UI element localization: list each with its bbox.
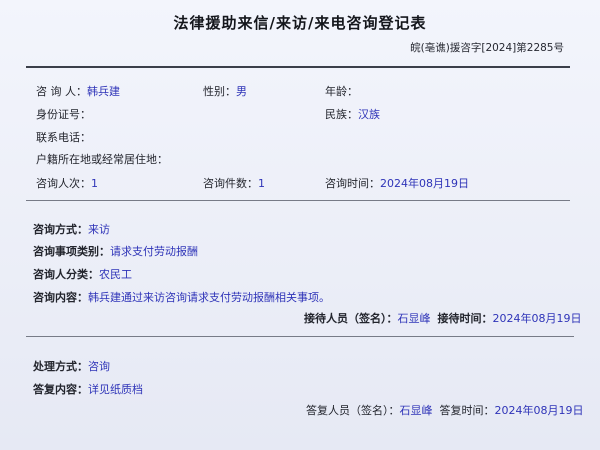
document-number: 皖(亳谯)援咨字[2024]第2285号	[410, 42, 564, 54]
case-count-field: 咨询件数：1	[203, 175, 265, 191]
consult-content-label: 咨询内容：	[33, 291, 88, 304]
gender-label: 性别：	[203, 85, 236, 98]
handling-method-label: 处理方式：	[33, 360, 88, 373]
receiver-value: 石显峰	[397, 312, 431, 325]
reply-content-field: 答复内容：详见纸质档	[33, 381, 143, 397]
ethnicity-label: 民族：	[325, 108, 358, 121]
reply-time-value: 2024年08月19日	[494, 404, 584, 417]
id-number-field: 身份证号：	[36, 106, 91, 122]
receiver-signature-field: 接待人员（签名）：石显峰 接待时间：2024年08月19日	[304, 310, 582, 326]
reply-content-value: 详见纸质档	[88, 383, 143, 396]
middle-divider	[26, 200, 570, 201]
reply-time-label: 答复时间：	[439, 404, 495, 417]
consult-count-label: 咨询人次：	[36, 177, 91, 190]
person-type-label: 咨询人分类：	[33, 268, 99, 281]
receiver-label: 接待人员（签名）：	[304, 312, 398, 325]
handling-method-value: 咨询	[88, 360, 110, 373]
person-type-field: 咨询人分类：农民工	[33, 266, 132, 282]
address-field: 户籍所在地或经常居住地：	[36, 151, 168, 167]
consult-content-field: 咨询内容：韩兵建通过来访咨询请求支付劳动报酬相关事项。	[33, 289, 330, 305]
top-divider	[26, 66, 570, 68]
phone-label: 联系电话：	[36, 131, 91, 144]
id-number-label: 身份证号：	[36, 108, 91, 121]
replier-signature-field: 答复人员（签名）：石显峰 答复时间：2024年08月19日	[306, 402, 584, 418]
consult-time-value: 2024年08月19日	[380, 177, 469, 190]
consultant-value: 韩兵建	[87, 85, 120, 98]
ethnicity-value: 汉族	[358, 108, 380, 121]
replier-label: 答复人员（签名）：	[306, 404, 400, 417]
registration-form-page: 法律援助来信/来访/来电咨询登记表 皖(亳谯)援咨字[2024]第2285号 咨…	[0, 0, 600, 450]
age-label: 年龄：	[325, 85, 358, 98]
consultant-label: 咨 询 人：	[36, 85, 87, 98]
case-count-label: 咨询件数：	[203, 177, 258, 190]
age-field: 年龄：	[325, 83, 358, 99]
consult-method-label: 咨询方式：	[33, 223, 88, 236]
consult-method-field: 咨询方式：来访	[33, 221, 110, 237]
ethnicity-field: 民族：汉族	[325, 106, 380, 122]
handling-method-field: 处理方式：咨询	[33, 358, 110, 374]
consult-time-field: 咨询时间：2024年08月19日	[325, 175, 469, 191]
address-label: 户籍所在地或经常居住地：	[36, 153, 168, 166]
consult-method-value: 来访	[88, 223, 110, 236]
consult-category-label: 咨询事项类别：	[33, 245, 110, 258]
gender-field: 性别：男	[203, 83, 247, 99]
person-type-value: 农民工	[99, 268, 132, 281]
replier-value: 石显峰	[399, 404, 433, 417]
lower-divider	[26, 336, 574, 337]
gender-value: 男	[236, 85, 247, 98]
consult-count-field: 咨询人次：1	[36, 175, 98, 191]
consult-count-value: 1	[91, 177, 98, 190]
consult-category-field: 咨询事项类别：请求支付劳动报酬	[33, 243, 198, 259]
phone-field: 联系电话：	[36, 129, 91, 145]
consultant-field: 咨 询 人：韩兵建	[36, 83, 120, 99]
case-count-value: 1	[258, 177, 265, 190]
consult-content-value: 韩兵建通过来访咨询请求支付劳动报酬相关事项。	[88, 291, 330, 304]
receive-time-label: 接待时间：	[437, 312, 493, 325]
receive-time-value: 2024年08月19日	[492, 312, 582, 325]
consult-category-value: 请求支付劳动报酬	[110, 245, 198, 258]
form-title: 法律援助来信/来访/来电咨询登记表	[173, 14, 427, 32]
reply-content-label: 答复内容：	[33, 383, 88, 396]
consult-time-label: 咨询时间：	[325, 177, 380, 190]
